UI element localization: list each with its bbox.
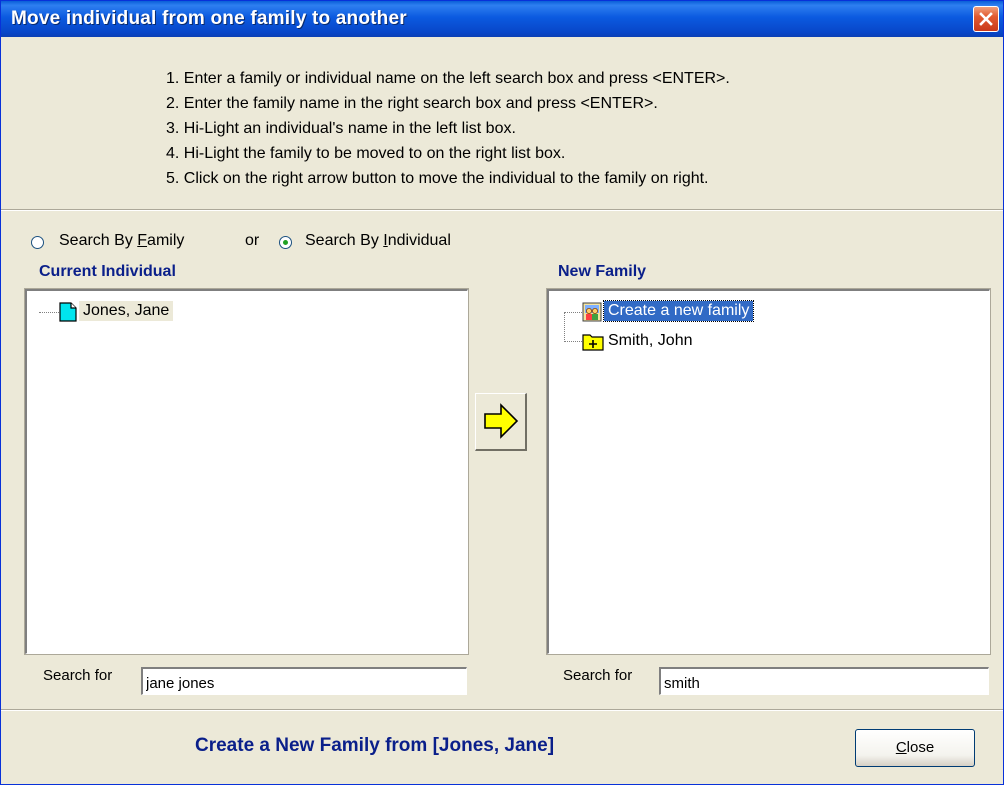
window-title: Move individual from one family to anoth… xyxy=(11,8,407,29)
left-search-label: Search for xyxy=(43,667,113,684)
tree-connector xyxy=(39,312,59,313)
instruction-line: 2. Enter the family name in the right se… xyxy=(166,95,658,112)
dialog-window: Move individual from one family to anoth… xyxy=(0,0,1004,785)
status-message: Create a New Family from [Jones, Jane] xyxy=(195,735,555,756)
close-icon xyxy=(979,12,993,26)
or-text: or xyxy=(245,232,260,249)
close-button-label: lose xyxy=(906,739,935,756)
close-button[interactable]: Close xyxy=(855,729,975,767)
current-individual-tree[interactable]: Jones, Jane xyxy=(24,288,469,655)
window-close-button[interactable] xyxy=(973,6,999,32)
tree-connector xyxy=(564,312,565,342)
close-button-mnemonic: C xyxy=(895,739,907,756)
document-icon xyxy=(59,302,77,322)
left-search-input[interactable] xyxy=(141,667,467,695)
new-family-heading: New Family xyxy=(558,263,647,280)
tree-item-label: Smith, John xyxy=(608,332,693,349)
instruction-line: 5. Click on the right arrow button to mo… xyxy=(166,170,709,187)
search-by-individual-label[interactable]: Search By Individual xyxy=(305,232,451,250)
tree-item-label: Jones, Jane xyxy=(83,302,170,319)
divider xyxy=(1,709,1003,711)
new-family-tree[interactable]: Create a new family Smith, John xyxy=(546,288,991,655)
move-right-button[interactable] xyxy=(475,393,527,451)
tree-item-label: Create a new family xyxy=(608,302,750,319)
right-search-input[interactable] xyxy=(659,667,989,695)
search-by-family-radio[interactable] xyxy=(31,236,44,249)
tree-item-create-family[interactable]: Create a new family xyxy=(602,300,755,322)
tree-connector xyxy=(564,341,582,342)
instructions-panel: 1. Enter a family or individual name on … xyxy=(1,37,1003,209)
instruction-line: 4. Hi-Light the family to be moved to on… xyxy=(166,145,566,162)
divider xyxy=(1,209,1003,211)
tree-item-family[interactable]: Smith, John xyxy=(606,331,694,351)
search-by-individual-radio[interactable] xyxy=(279,236,292,249)
instruction-line: 3. Hi-Light an individual's name in the … xyxy=(166,120,516,137)
family-icon xyxy=(582,302,602,322)
folder-plus-icon xyxy=(582,334,604,351)
tree-item-individual[interactable]: Jones, Jane xyxy=(79,301,174,321)
instruction-line: 1. Enter a family or individual name on … xyxy=(166,70,730,87)
current-individual-heading: Current Individual xyxy=(39,263,176,280)
right-search-label: Search for xyxy=(563,667,633,684)
tree-connector xyxy=(564,312,582,313)
title-bar[interactable]: Move individual from one family to anoth… xyxy=(1,1,1003,37)
right-arrow-icon xyxy=(484,403,519,439)
search-by-family-label[interactable]: Search By Family xyxy=(59,232,184,250)
